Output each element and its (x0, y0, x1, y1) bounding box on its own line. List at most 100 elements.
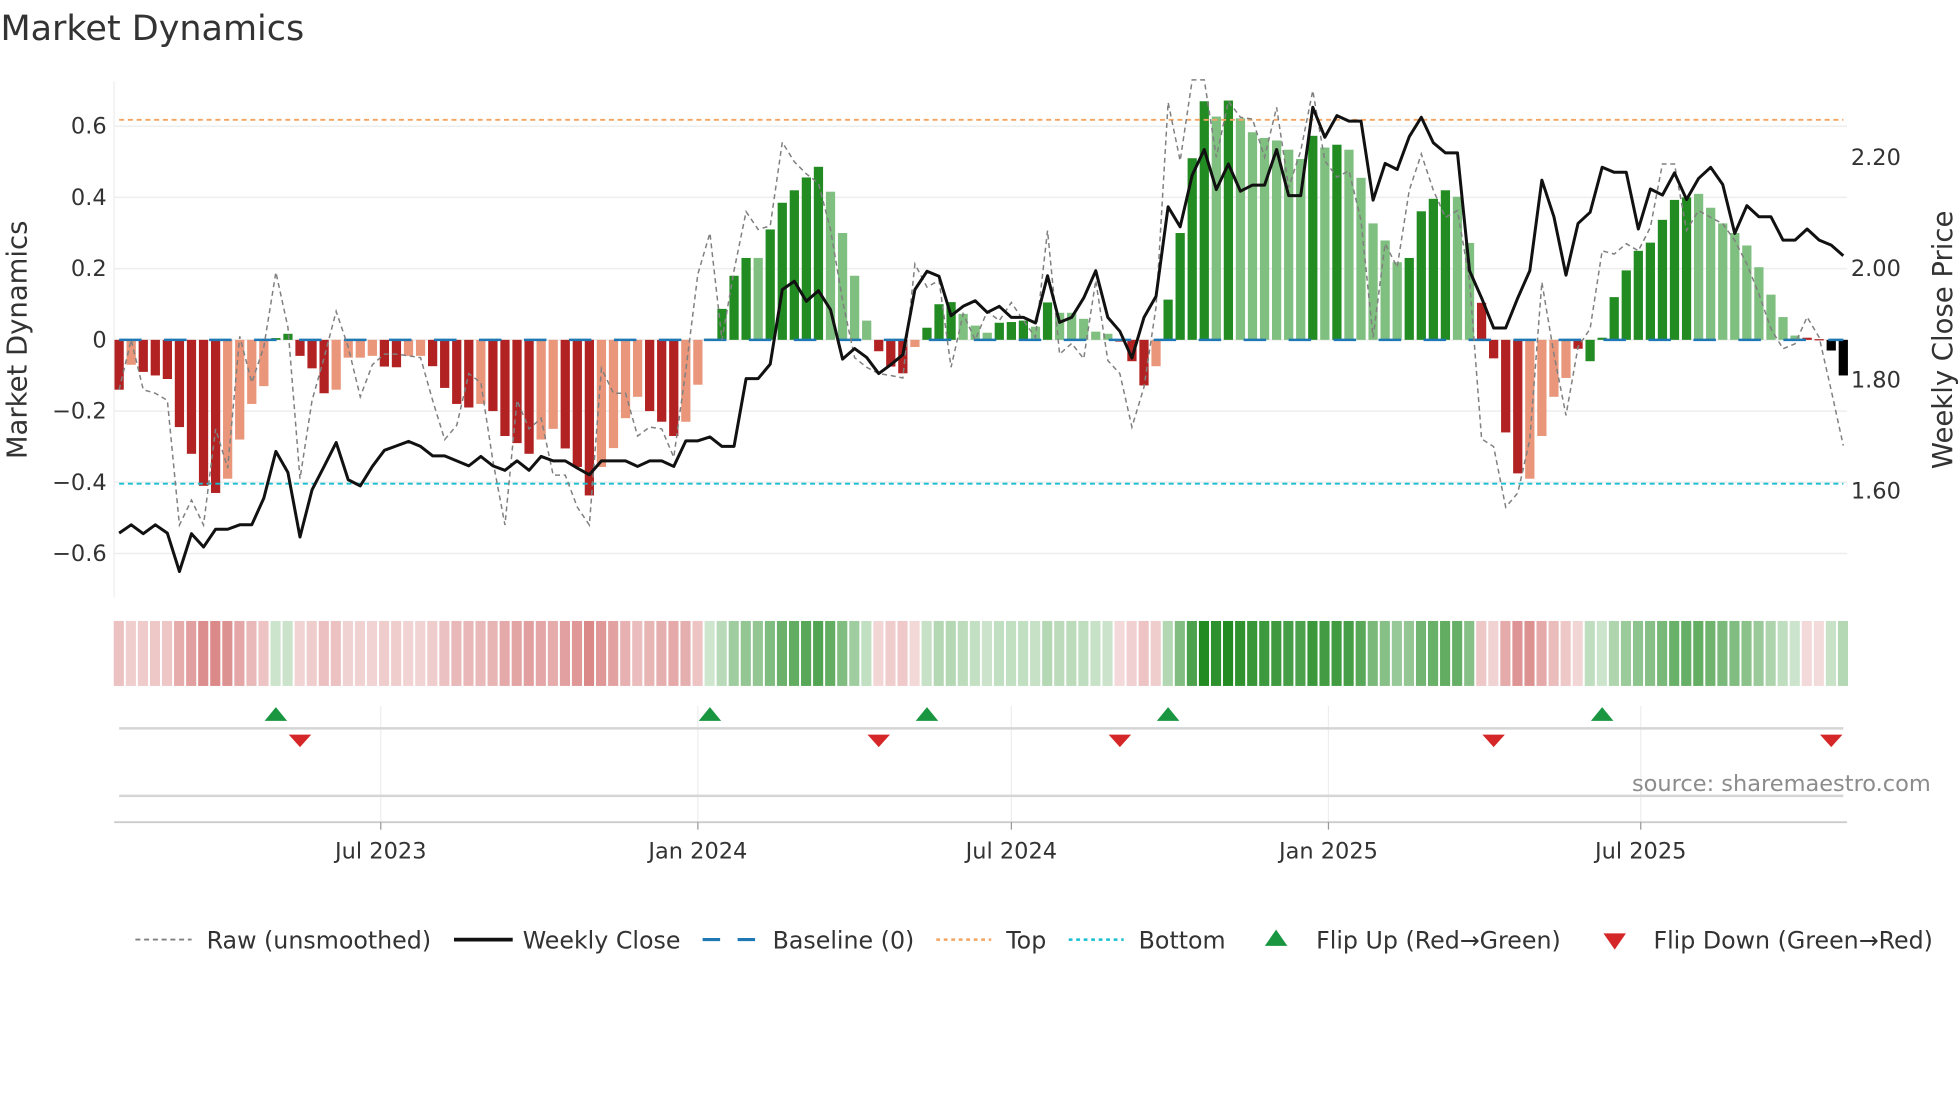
strip-cell (644, 620, 655, 686)
momentum-bar (307, 339, 317, 369)
momentum-bar (1633, 250, 1643, 340)
strip-cell (1717, 620, 1728, 686)
legend-item-flip-up[interactable]: Flip Up (Red→Green) (1264, 926, 1561, 954)
momentum-bar (331, 339, 341, 390)
strip-cell (415, 620, 426, 686)
strip-cell (608, 620, 619, 686)
momentum-bar (1042, 302, 1053, 340)
y-tick-label: −0.6 (52, 541, 107, 567)
left-axis-title: Market Dynamics (2, 221, 34, 460)
momentum-bar (620, 339, 631, 419)
strip-cell (403, 620, 414, 686)
strip-cell (1005, 620, 1017, 686)
momentum-bar (693, 339, 703, 385)
momentum-bar (1151, 339, 1161, 367)
legend-label-top: Top (1005, 926, 1046, 954)
momentum-bar (1778, 317, 1788, 340)
strip-cell (861, 620, 872, 686)
strip-cell (1500, 620, 1511, 686)
legend-item-close[interactable]: Weekly Close (453, 926, 680, 954)
strip-cell (1090, 620, 1101, 686)
source-note: source: sharemaestro.com (1632, 771, 1931, 797)
momentum-bar (874, 339, 884, 352)
strip-cell (1765, 620, 1776, 686)
momentum-bar (1561, 339, 1571, 378)
strip-cell (1223, 620, 1234, 686)
strip-cell (1753, 620, 1764, 686)
momentum-bar (1416, 211, 1426, 340)
strip-cell (1596, 620, 1607, 686)
legend-item-flip-down[interactable]: Flip Down (Green→Red) (1603, 926, 1933, 954)
flip-up-marker (264, 707, 288, 721)
strip-cell (1198, 620, 1210, 686)
strip-cell (993, 620, 1005, 686)
strip-cell (849, 620, 860, 686)
strip-cell (933, 620, 944, 686)
strip-cell (1548, 620, 1559, 686)
strip-cell (1681, 620, 1692, 686)
x-tick-label: Jul 2024 (964, 838, 1057, 864)
legend-item-top[interactable]: Top (936, 926, 1046, 954)
left-axis-ticks: 0.6 0.4 0.2 0 −0.2 −0.4 −0.6 (52, 114, 107, 567)
strip-cell (1476, 620, 1487, 686)
momentum-bar (777, 202, 787, 340)
strip-cell (1789, 620, 1800, 686)
momentum-bar (403, 339, 414, 356)
strip-cell (813, 620, 824, 686)
strip-cell (1801, 620, 1812, 686)
momentum-bar (560, 339, 570, 449)
momentum-bar (1344, 149, 1354, 340)
momentum-bar (1452, 196, 1463, 340)
momentum-bar (657, 339, 667, 422)
strip-cell (1813, 620, 1824, 686)
flip-markers-panel (114, 705, 1848, 824)
x-tick-label: Jan 2025 (1277, 838, 1378, 864)
momentum-bar (1537, 339, 1547, 436)
momentum-bar (150, 339, 160, 376)
strip-cell (1355, 620, 1366, 686)
momentum-bar (114, 339, 124, 390)
strip-cell (1620, 620, 1632, 686)
momentum-bar (765, 229, 775, 340)
strip-cell (1283, 620, 1294, 686)
x-tick-label: Jan 2024 (646, 838, 747, 864)
momentum-bar (1501, 339, 1511, 433)
momentum-bar (1681, 197, 1692, 340)
strip-cell (246, 620, 257, 686)
momentum-bar (572, 339, 582, 467)
strip-cell (1078, 620, 1089, 686)
strip-cell (1367, 620, 1378, 686)
momentum-bar (500, 339, 510, 436)
strip-cell (1584, 620, 1595, 686)
momentum-bar (1018, 320, 1029, 340)
strip-cell (837, 620, 848, 686)
strip-cell (535, 620, 546, 686)
y2-tick-label: 2.20 (1851, 145, 1901, 171)
flip-up-marker (915, 707, 939, 721)
strip-cell (1512, 620, 1523, 686)
momentum-bar (1826, 339, 1836, 351)
strip-cell (499, 620, 510, 686)
legend-item-raw[interactable]: Raw (unsmoothed) (135, 926, 431, 954)
legend-item-baseline[interactable]: Baseline (0) (702, 926, 915, 954)
strip-cell (149, 620, 161, 686)
momentum-bar (1332, 144, 1342, 340)
momentum-bar (174, 339, 185, 428)
legend-item-bottom[interactable]: Bottom (1068, 926, 1226, 954)
momentum-bar (1609, 297, 1619, 340)
strip-cell (330, 620, 341, 686)
flip-down-marker (288, 734, 312, 748)
strip-cell (1440, 620, 1451, 686)
strip-cell (764, 620, 775, 686)
strip-cell (1150, 620, 1161, 686)
strip-cell (511, 620, 522, 686)
strip-cell (969, 620, 980, 686)
strip-cell (788, 620, 800, 686)
flip-down-marker (1482, 734, 1505, 748)
momentum-bar (910, 339, 920, 347)
strip-cell (161, 620, 173, 686)
strip-cell (1632, 620, 1644, 686)
strip-cell (391, 620, 402, 686)
momentum-bar (1404, 257, 1414, 340)
momentum-bar (1091, 331, 1101, 340)
